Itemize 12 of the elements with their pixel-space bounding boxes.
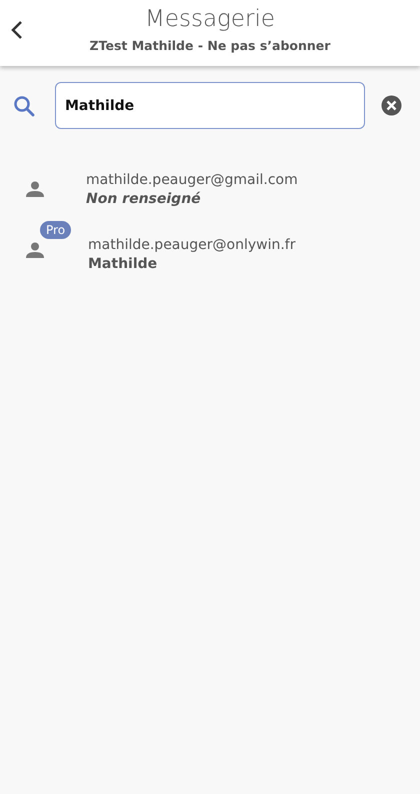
contact-name: Mathilde <box>88 256 158 272</box>
screen-title: Messagerie <box>144 6 275 32</box>
contact-item[interactable]: mathilde.peauger@gmail.com Non renseigné <box>0 159 420 220</box>
pro-badge: Pro <box>40 220 72 238</box>
contact-email: mathilde.peauger@gmail.com <box>86 172 298 188</box>
contact-name: Non renseigné <box>86 191 202 207</box>
screen-subtitle: ZTest Mathilde - Ne pas s’abonner <box>90 38 330 53</box>
contact-item[interactable]: Pro mathilde.peauger@onlywin.fr Mathilde <box>0 220 420 281</box>
search-icon[interactable] <box>12 94 36 118</box>
contact-email: mathilde.peauger@onlywin.fr <box>88 237 296 253</box>
search-field[interactable]: Mathilde <box>55 82 365 129</box>
clear-icon[interactable] <box>381 95 402 116</box>
